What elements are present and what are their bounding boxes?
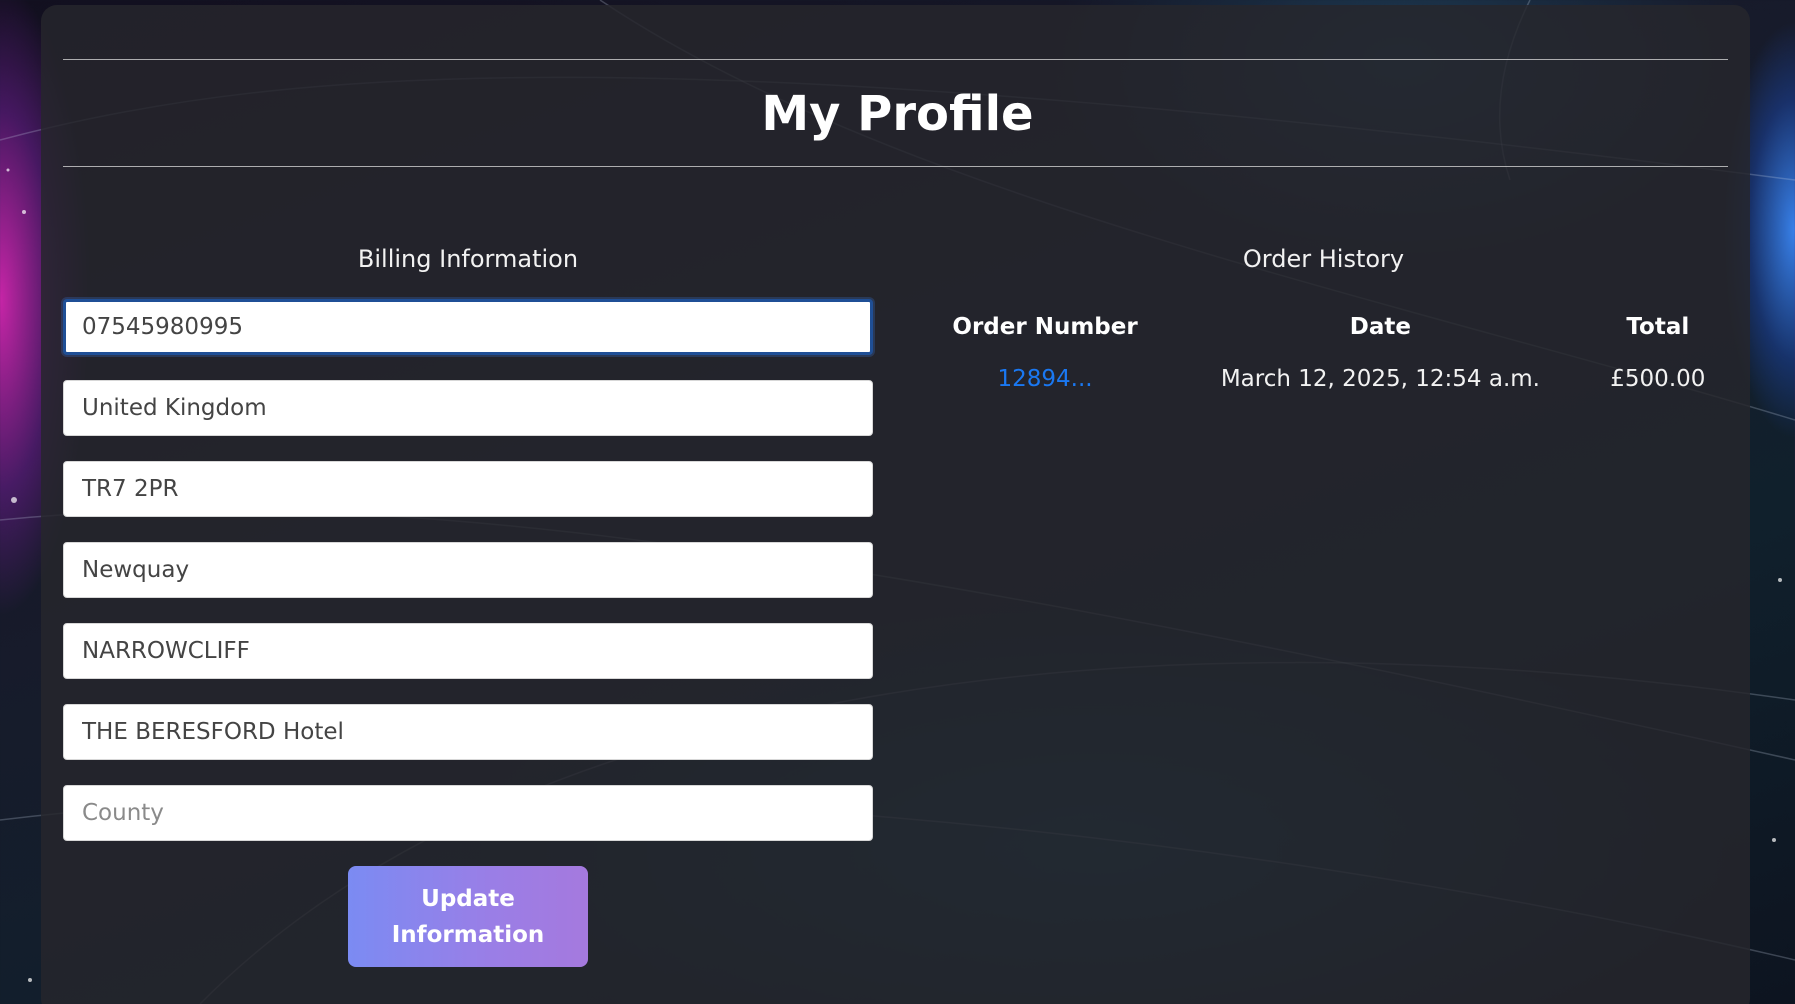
order-date-cell: March 12, 2025, 12:54 a.m. [1220, 366, 1540, 392]
address-line-field[interactable] [63, 704, 873, 760]
order-total-cell: £500.00 [1610, 366, 1706, 392]
title-divider-bottom [63, 166, 1728, 167]
column-header-order-number: Order Number [952, 314, 1138, 340]
page-title: My Profile [761, 86, 1034, 142]
town-field[interactable] [63, 542, 873, 598]
title-divider-top [63, 59, 1728, 60]
billing-information-heading: Billing Information [357, 245, 579, 273]
column-header-date: Date [1349, 314, 1412, 340]
postcode-field[interactable] [63, 461, 873, 517]
table-row: 12894... March 12, 2025, 12:54 a.m. £500… [905, 354, 1740, 404]
update-information-button[interactable]: Update Information [348, 866, 588, 967]
order-history-table: Order Number Date Total 12894... March 1… [905, 300, 1740, 404]
order-number-link[interactable]: 12894... [998, 366, 1093, 392]
order-number-cell: 12894... [905, 354, 1185, 404]
phone-field[interactable] [63, 299, 873, 355]
county-field[interactable] [63, 785, 873, 841]
country-field[interactable] [63, 380, 873, 436]
table-header-row: Order Number Date Total [905, 300, 1740, 354]
order-history-heading: Order History [1242, 245, 1405, 273]
column-header-total: Total [1626, 314, 1690, 340]
street-field[interactable] [63, 623, 873, 679]
